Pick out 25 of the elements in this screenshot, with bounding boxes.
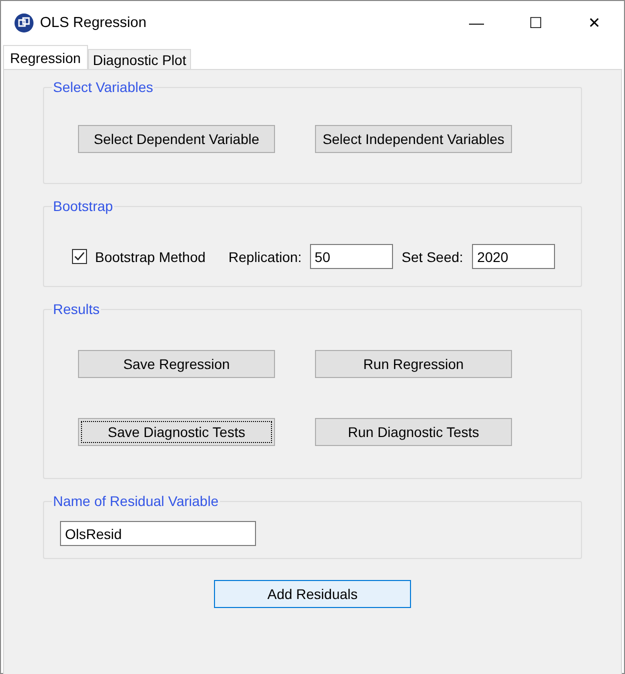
action-button[interactable]: Save Diagnostic Tests (78, 418, 275, 446)
add-residuals-button[interactable]: Add Residuals (214, 580, 411, 608)
group-title: Results (52, 301, 101, 317)
tab[interactable]: Diagnostic Plot (88, 49, 192, 69)
seed-field[interactable]: 2020 (472, 244, 556, 269)
action-button[interactable]: Select Dependent Variable (78, 125, 275, 153)
tab[interactable]: Regression (3, 45, 88, 69)
field-label: Replication: (228, 248, 302, 264)
group-title: Name of Residual Variable (52, 493, 220, 509)
close-button[interactable]: ✕ (565, 1, 624, 45)
check-icon (73, 250, 86, 263)
group-title: Bootstrap (52, 198, 114, 214)
action-button[interactable]: Run Regression (315, 350, 512, 378)
minimize-button[interactable]: — (447, 1, 506, 45)
action-button[interactable]: Run Diagnostic Tests (315, 418, 512, 446)
action-button[interactable]: Save Regression (78, 350, 275, 378)
group-title: Select Variables (52, 79, 154, 95)
residual-name-field[interactable]: OlsResid (60, 521, 256, 546)
maximize-button[interactable]: ☐ (506, 1, 565, 45)
bootstrap-checkbox[interactable]: Bootstrap Method (72, 248, 206, 264)
field-label: Set Seed: (402, 248, 464, 264)
replication-field[interactable]: 50 (310, 244, 393, 269)
app-icon (14, 13, 34, 33)
action-button[interactable]: Select Independent Variables (315, 125, 512, 153)
window-title: OLS Regression (40, 15, 146, 31)
